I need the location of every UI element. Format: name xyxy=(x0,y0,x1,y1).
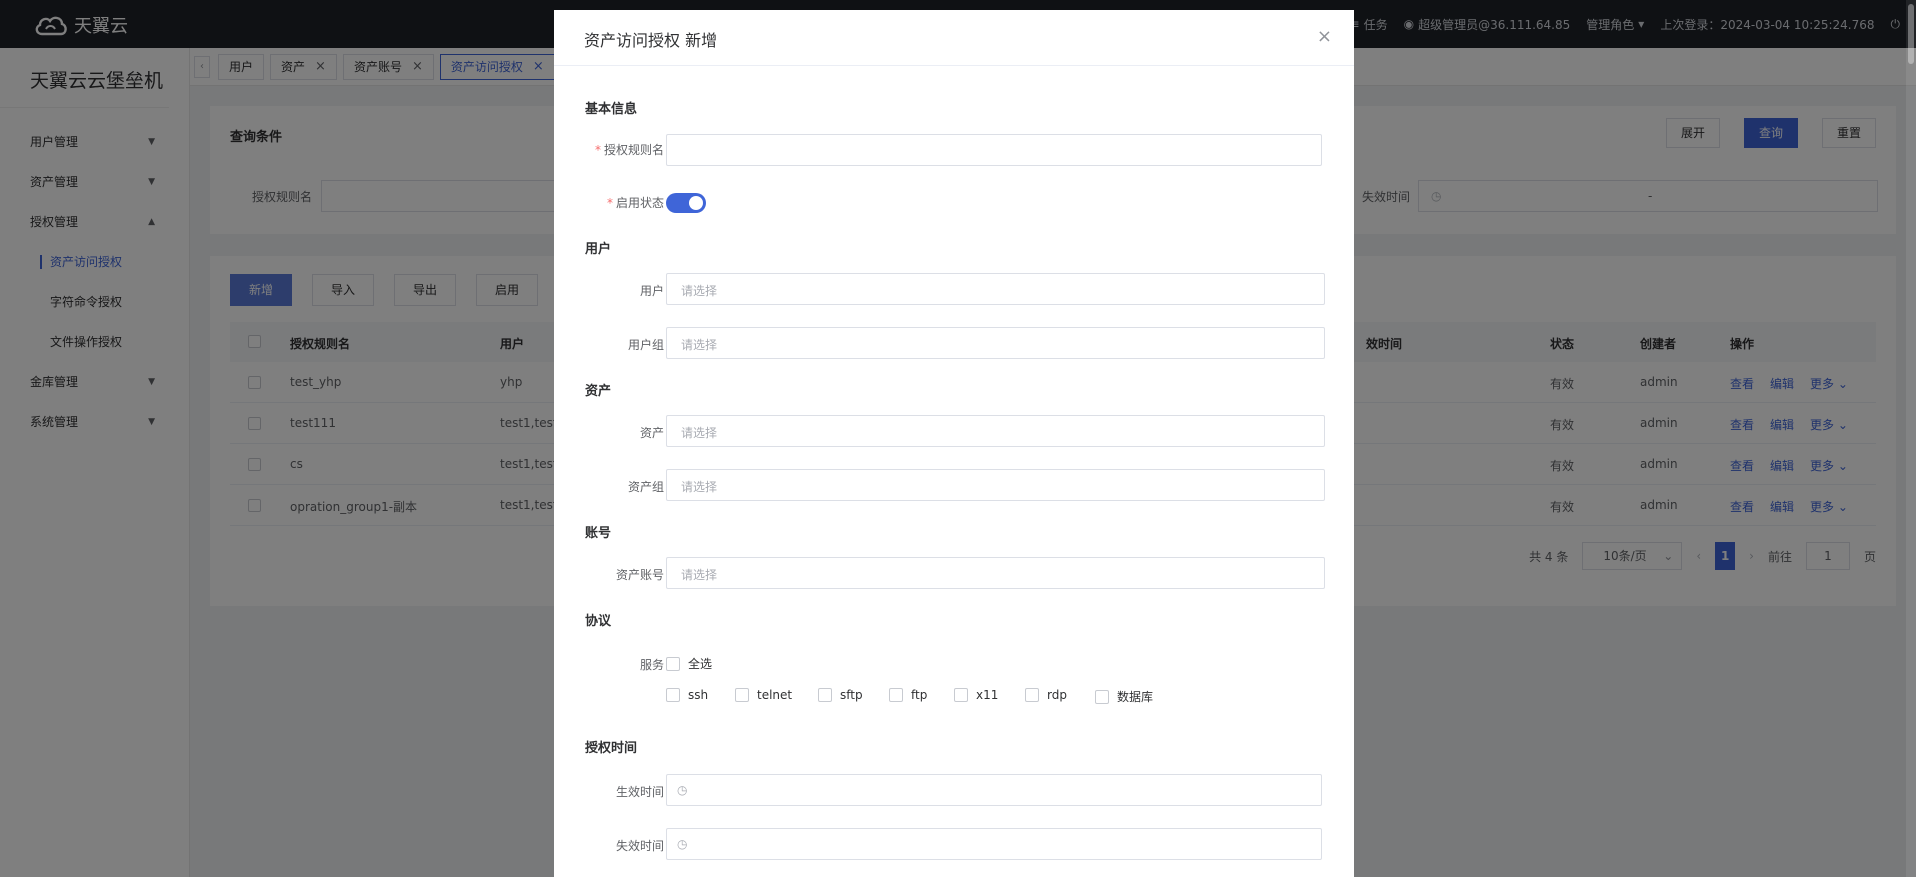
placeholder: 请选择 xyxy=(681,338,718,352)
enable-label: * 启用状态 xyxy=(584,194,664,211)
rule-name-input[interactable] xyxy=(666,134,1322,166)
select-all-checkbox[interactable]: 全选 xyxy=(666,655,712,672)
section-account: 账号 xyxy=(585,526,612,541)
asset-label: 资产 xyxy=(639,426,664,440)
checkbox-box xyxy=(889,688,903,702)
placeholder: 请选择 xyxy=(681,426,718,440)
service-label: 服务 xyxy=(639,658,664,672)
rule-name-label: * 授权规则名 xyxy=(584,141,664,158)
user-label: 用户 xyxy=(639,284,664,298)
protocol-checkbox-sftp[interactable]: sftp xyxy=(818,688,863,702)
section-basic: 基本信息 xyxy=(585,102,638,117)
asset-group-label: 资产组 xyxy=(627,480,664,494)
label-text: 授权规则名 xyxy=(603,143,664,157)
clock-icon: ◷ xyxy=(677,837,688,851)
checkbox-label: ssh xyxy=(688,688,709,702)
checkbox-box xyxy=(954,688,968,702)
asset-account-select[interactable]: 请选择 xyxy=(666,557,1325,589)
protocol-checkbox-rdp[interactable]: rdp xyxy=(1025,688,1067,702)
effective-time-picker[interactable]: ◷ xyxy=(666,774,1322,806)
asset-account-label: 资产账号 xyxy=(615,568,664,582)
required-mark: * xyxy=(594,143,601,157)
protocol-checkbox-database[interactable]: 数据库 xyxy=(1095,688,1153,705)
placeholder: 请选择 xyxy=(681,480,718,494)
required-mark: * xyxy=(606,196,613,210)
asset-group-select[interactable]: 请选择 xyxy=(666,469,1325,501)
checkbox-label: 数据库 xyxy=(1117,690,1154,704)
protocol-checkbox-telnet[interactable]: telnet xyxy=(735,688,792,702)
effective-time-label: 生效时间 xyxy=(615,785,664,799)
expire-time-label: 失效时间 xyxy=(615,839,664,853)
scrollbar-thumb[interactable] xyxy=(1908,4,1914,64)
protocol-checkbox-x11[interactable]: x11 xyxy=(954,688,998,702)
section-user: 用户 xyxy=(585,242,612,257)
checkbox-box xyxy=(735,688,749,702)
checkbox-box xyxy=(1095,689,1109,704)
checkbox-label: ftp xyxy=(911,688,928,702)
user-group-select[interactable]: 请选择 xyxy=(666,327,1325,359)
section-asset: 资产 xyxy=(585,384,612,399)
checkbox-label: telnet xyxy=(757,688,793,702)
placeholder: 请选择 xyxy=(681,284,718,298)
dialog-header: 资产访问授权 新增 × xyxy=(554,10,1354,66)
placeholder: 请选择 xyxy=(681,568,718,582)
enable-toggle[interactable] xyxy=(666,193,706,213)
label-text: 启用状态 xyxy=(615,196,664,210)
checkbox-box xyxy=(666,656,680,671)
add-auth-dialog: 资产访问授权 新增 × 基本信息 * 授权规则名 * 启用状态 用户 用户 请选择 … xyxy=(554,10,1354,877)
section-time: 授权时间 xyxy=(585,741,638,756)
checkbox-label: x11 xyxy=(976,688,999,702)
checkbox-label: rdp xyxy=(1047,688,1067,702)
section-protocol: 协议 xyxy=(585,614,612,629)
protocol-checkbox-ftp[interactable]: ftp xyxy=(889,688,927,702)
asset-select[interactable]: 请选择 xyxy=(666,415,1325,447)
checkbox-box xyxy=(666,688,680,702)
user-select[interactable]: 请选择 xyxy=(666,273,1325,305)
dialog-title: 资产访问授权 新增 xyxy=(584,31,718,50)
user-group-label: 用户组 xyxy=(627,338,664,352)
checkbox-box xyxy=(1025,688,1039,702)
expire-time-picker[interactable]: ◷ xyxy=(666,828,1322,860)
protocol-checkbox-ssh[interactable]: ssh xyxy=(666,688,708,702)
checkbox-box xyxy=(818,688,832,702)
page-scrollbar[interactable] xyxy=(1906,0,1916,877)
checkbox-label: sftp xyxy=(840,688,863,702)
checkbox-label: 全选 xyxy=(688,657,713,671)
clock-icon: ◷ xyxy=(677,783,688,797)
close-icon[interactable]: × xyxy=(1317,26,1332,47)
